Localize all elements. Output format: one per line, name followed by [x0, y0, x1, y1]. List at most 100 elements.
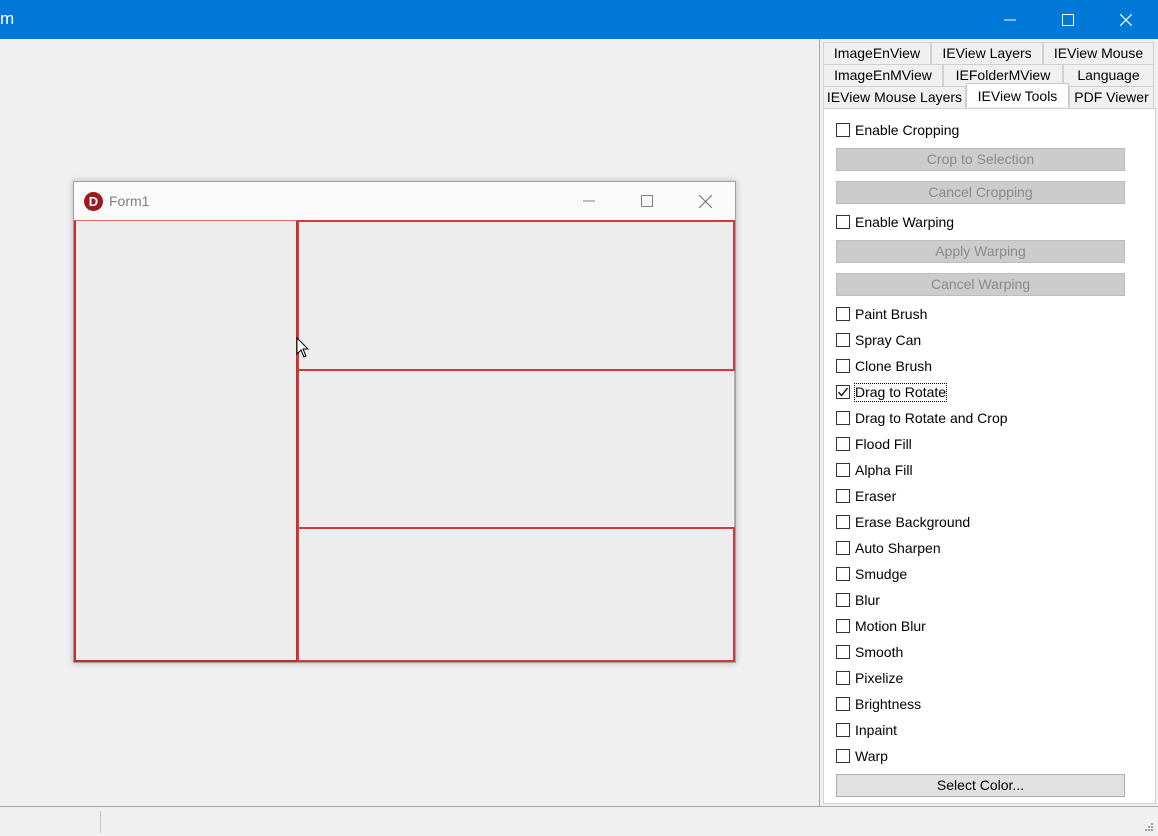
checkbox-box[interactable]: [836, 541, 850, 555]
enable-cropping-checkbox[interactable]: Enable Cropping: [836, 120, 959, 140]
brightness-checkbox[interactable]: Brightness: [836, 694, 921, 714]
top-right-panel[interactable]: [297, 220, 735, 371]
checkbox-box[interactable]: [836, 593, 850, 607]
maximize-icon: [1062, 13, 1074, 26]
checkbox-label: Auto Sharpen: [855, 539, 941, 556]
window-title: m: [0, 9, 15, 28]
form1-close-button[interactable]: [676, 182, 734, 220]
form1-maximize-button[interactable]: [618, 182, 676, 220]
checkbox-label: Enable Warping: [855, 213, 955, 230]
clone-brush-checkbox[interactable]: Clone Brush: [836, 356, 932, 376]
checkbox-label: Clone Brush: [855, 357, 933, 374]
checkbox-label: Eraser: [855, 487, 897, 504]
crop-to-selection-button[interactable]: Crop to Selection: [836, 148, 1125, 171]
select-color-button[interactable]: Select Color...: [836, 774, 1125, 797]
drag-to-rotate-checkbox[interactable]: Drag to Rotate: [836, 382, 948, 402]
tab-ieview-mouse[interactable]: IEView Mouse: [1043, 42, 1154, 64]
tab-pdf-viewer[interactable]: PDF Viewer: [1069, 86, 1154, 108]
form1-titlebar[interactable]: D Form1: [74, 182, 735, 220]
auto-sharpen-checkbox[interactable]: Auto Sharpen: [836, 538, 941, 558]
checkbox-box[interactable]: [836, 307, 850, 321]
checkbox-label: Drag to Rotate and Crop: [855, 409, 1008, 426]
cancel-warping-button[interactable]: Cancel Warping: [836, 273, 1125, 296]
form1-title: Form1: [109, 193, 150, 209]
checkbox-box[interactable]: [836, 645, 850, 659]
checkbox-box[interactable]: [836, 359, 850, 373]
checkbox-label: Alpha Fill: [855, 461, 913, 478]
tab-ieview-tools[interactable]: IEView Tools: [966, 83, 1069, 107]
flood-fill-checkbox[interactable]: Flood Fill: [836, 434, 912, 454]
checkbox-box[interactable]: [836, 215, 850, 229]
middle-right-panel[interactable]: [297, 371, 735, 528]
enable-warping-checkbox[interactable]: Enable Warping: [836, 212, 954, 232]
form1-minimize-button[interactable]: [560, 182, 618, 220]
checkbox-box[interactable]: [836, 385, 850, 399]
main-titlebar[interactable]: m: [0, 0, 1158, 39]
warp-checkbox[interactable]: Warp: [836, 746, 888, 766]
erase-background-checkbox[interactable]: Erase Background: [836, 512, 970, 532]
tools-sidebar: ImageEnView IEView Layers IEView Mouse I…: [819, 39, 1158, 806]
drag-to-rotate-and-crop-checkbox[interactable]: Drag to Rotate and Crop: [836, 408, 1008, 428]
checkbox-box[interactable]: [836, 463, 850, 477]
left-panel[interactable]: [74, 220, 298, 662]
mouse-cursor-icon: [296, 337, 310, 358]
tab-language[interactable]: Language: [1063, 64, 1154, 86]
motion-blur-checkbox[interactable]: Motion Blur: [836, 616, 926, 636]
smooth-checkbox[interactable]: Smooth: [836, 642, 903, 662]
checkbox-box[interactable]: [836, 749, 850, 763]
checkbox-label: Smooth: [855, 643, 904, 660]
checkbox-box[interactable]: [836, 411, 850, 425]
checkbox-label: Motion Blur: [855, 617, 926, 634]
maximize-icon: [641, 195, 653, 207]
status-bar: [0, 806, 1158, 836]
checkbox-label: Flood Fill: [855, 435, 912, 452]
checkbox-label: Brightness: [855, 695, 922, 712]
close-button[interactable]: [1097, 0, 1155, 39]
paint-brush-checkbox[interactable]: Paint Brush: [836, 304, 927, 324]
close-icon: [698, 194, 712, 208]
checkbox-label: Inpaint: [855, 721, 898, 738]
form1-window[interactable]: D Form1: [73, 181, 736, 663]
checkmark-icon: [838, 387, 849, 397]
checkbox-box[interactable]: [836, 619, 850, 633]
inpaint-checkbox[interactable]: Inpaint: [836, 720, 897, 740]
size-grip-icon[interactable]: [1142, 820, 1154, 832]
checkbox-box[interactable]: [836, 515, 850, 529]
maximize-button[interactable]: [1039, 0, 1097, 39]
tab-imageenmview[interactable]: ImageEnMView: [823, 64, 943, 86]
bottom-right-panel[interactable]: [297, 527, 735, 662]
smudge-checkbox[interactable]: Smudge: [836, 564, 907, 584]
checkbox-label: Enable Cropping: [855, 121, 960, 138]
tab-ieview-layers[interactable]: IEView Layers: [931, 42, 1043, 64]
blur-checkbox[interactable]: Blur: [836, 590, 880, 610]
checkbox-box[interactable]: [836, 671, 850, 685]
tab-row-1: ImageEnView IEView Layers IEView Mouse: [823, 42, 1154, 64]
checkbox-label: Paint Brush: [855, 305, 928, 322]
checkbox-label: Smudge: [855, 565, 908, 582]
minimize-button[interactable]: [981, 0, 1039, 39]
cancel-cropping-button[interactable]: Cancel Cropping: [836, 181, 1125, 204]
checkbox-box[interactable]: [836, 437, 850, 451]
spray-can-checkbox[interactable]: Spray Can: [836, 330, 921, 350]
tab-ieview-mouse-layers[interactable]: IEView Mouse Layers: [823, 86, 966, 108]
delphi-logo-icon: D: [84, 192, 103, 211]
checkbox-label: Drag to Rotate: [853, 382, 948, 402]
checkbox-box[interactable]: [836, 567, 850, 581]
checkbox-box[interactable]: [836, 333, 850, 347]
checkbox-box[interactable]: [836, 489, 850, 503]
minimize-icon: [583, 200, 595, 202]
tab-row-3: IEView Mouse Layers IEView Tools PDF Vie…: [823, 83, 1154, 108]
eraser-checkbox[interactable]: Eraser: [836, 486, 896, 506]
tab-imageenview[interactable]: ImageEnView: [823, 42, 931, 64]
alpha-fill-checkbox[interactable]: Alpha Fill: [836, 460, 913, 480]
checkbox-label: Spray Can: [855, 331, 922, 348]
apply-warping-button[interactable]: Apply Warping: [836, 240, 1125, 263]
checkbox-label: Pixelize: [855, 669, 904, 686]
checkbox-box[interactable]: [836, 123, 850, 137]
checkbox-box[interactable]: [836, 723, 850, 737]
form1-client[interactable]: [74, 220, 735, 662]
status-separator: [100, 811, 101, 833]
checkbox-label: Blur: [855, 591, 880, 608]
pixelize-checkbox[interactable]: Pixelize: [836, 668, 903, 688]
checkbox-box[interactable]: [836, 697, 850, 711]
